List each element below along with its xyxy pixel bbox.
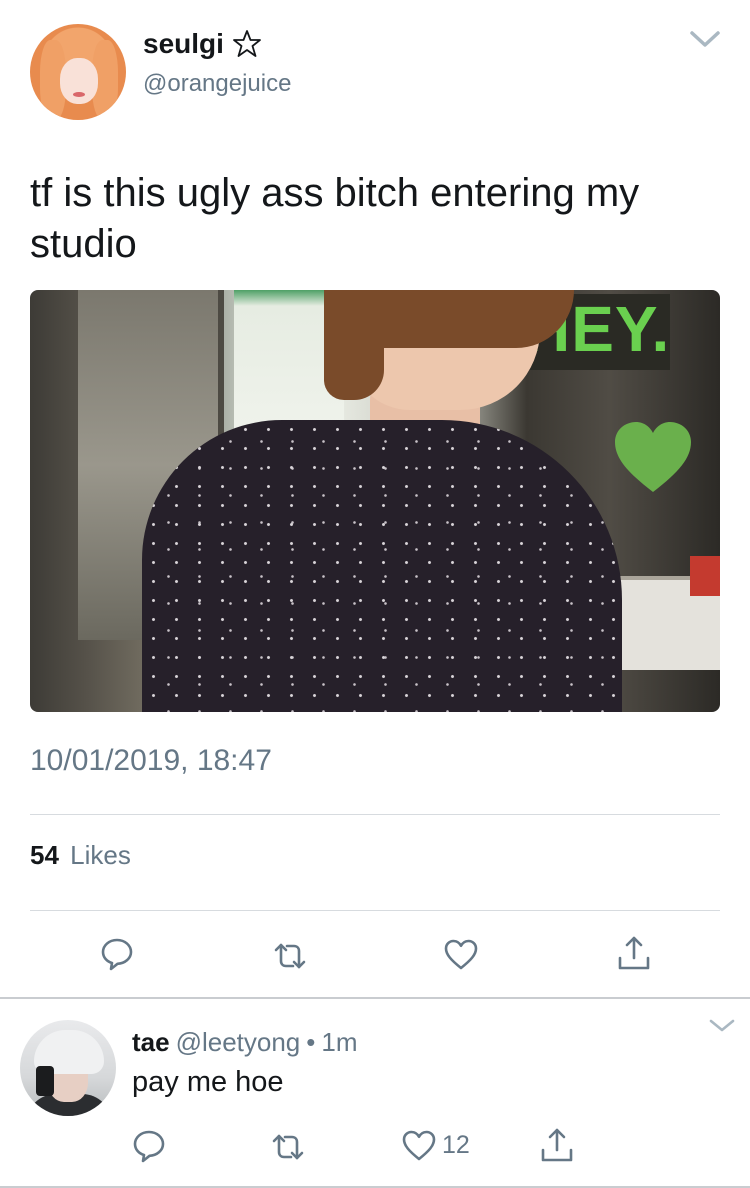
reply-like-count: 12 [442,1131,470,1159]
reply-separator: • [306,1027,316,1057]
reply-icon[interactable] [100,937,134,971]
reply-author-avatar[interactable] [20,1020,116,1116]
divider [30,910,720,911]
likes-label: Likes [70,840,131,870]
author-avatar[interactable] [30,24,126,120]
reply-header: tae @leetyong • 1m [132,1027,358,1058]
chevron-down-icon[interactable] [708,1016,736,1036]
reply-icon[interactable] [132,1129,166,1163]
author-handle[interactable]: @orangejuice [143,70,291,98]
likes-count: 54 [30,840,59,870]
reply-time: 1m [321,1027,358,1057]
tweet-photo[interactable]: HEY. [30,290,720,712]
divider [30,814,720,815]
section-divider [0,997,750,999]
likes-summary[interactable]: 54 Likes [30,840,131,871]
share-icon[interactable] [540,1128,574,1162]
author-name-row[interactable]: seulgi [143,28,262,60]
tweet-timestamp: 10/01/2019, 18:47 [30,744,272,777]
chevron-down-icon[interactable] [688,26,722,52]
photo-subject-shirt [142,420,622,712]
reply-handle[interactable]: @leetyong [176,1027,301,1057]
green-heart-icon [615,422,691,492]
retweet-icon[interactable] [273,939,307,973]
like-heart-icon[interactable] [444,938,478,972]
retweet-icon[interactable] [271,1130,305,1164]
star-icon [233,30,261,57]
reply-display-name[interactable]: tae [132,1027,170,1057]
author-display-name[interactable]: seulgi [143,28,224,60]
like-heart-icon[interactable] [402,1129,436,1163]
share-icon[interactable] [617,936,651,970]
reply-text: pay me hoe [132,1066,284,1098]
tweet-text: tf is this ugly ass bitch entering my st… [30,171,640,266]
tweet-detail-page: seulgi @orangejuice tf is this ugly ass … [0,0,750,1188]
